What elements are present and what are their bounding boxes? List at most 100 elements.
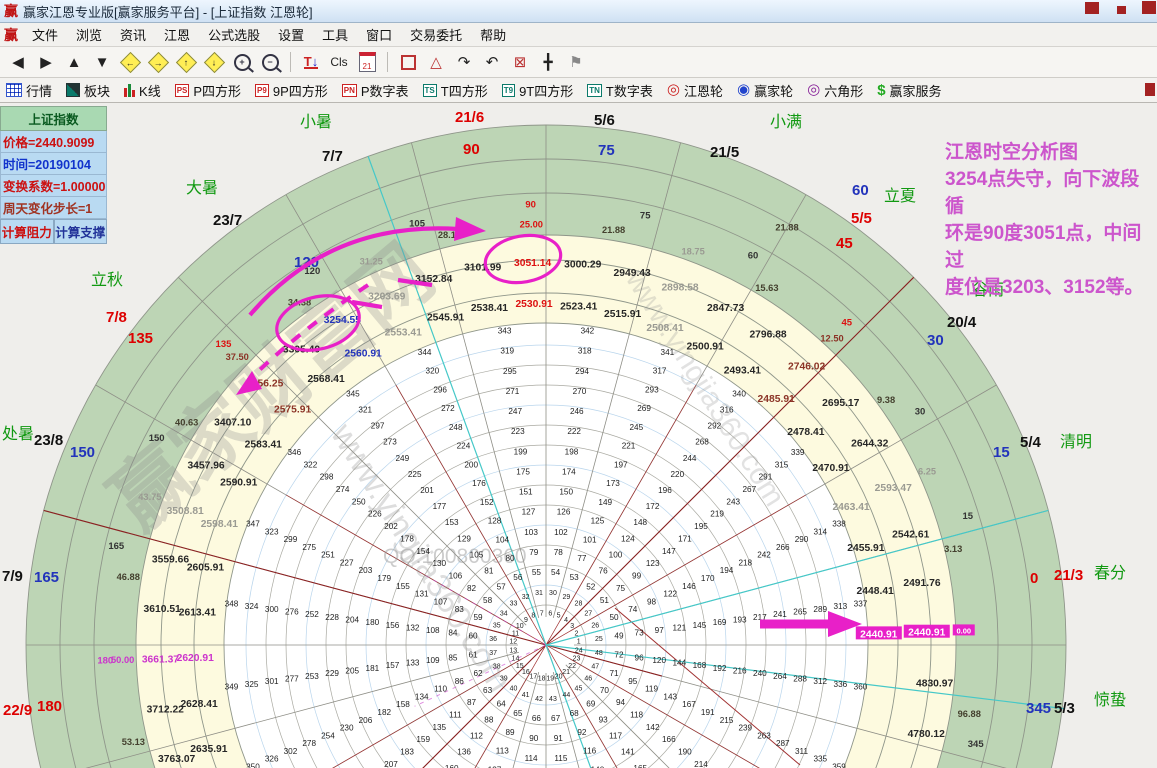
svg-text:6.25: 6.25 <box>918 466 936 476</box>
svg-text:55: 55 <box>532 568 542 577</box>
svg-text:76: 76 <box>599 567 609 576</box>
menu-item-8[interactable]: 交易委托 <box>401 23 471 46</box>
move-cross-icon[interactable]: ╋ <box>536 50 560 74</box>
svg-text:226: 226 <box>368 510 382 519</box>
step-down-icon[interactable]: ↓ <box>202 50 226 74</box>
svg-text:130: 130 <box>432 559 446 568</box>
fn-label: 9P四方形 <box>273 81 328 100</box>
svg-text:215: 215 <box>720 716 734 725</box>
svg-text:24: 24 <box>575 647 583 654</box>
flag-icon[interactable]: ⚑ <box>564 50 588 74</box>
t-down-icon[interactable]: T↓ <box>299 50 323 74</box>
fn-T数字表[interactable]: TNT数字表 <box>587 81 653 100</box>
svg-text:321: 321 <box>358 405 372 414</box>
step-left-icon[interactable]: ← <box>118 50 142 74</box>
fn-label: 江恩轮 <box>684 81 723 100</box>
svg-text:200: 200 <box>464 460 478 469</box>
svg-text:151: 151 <box>519 488 533 497</box>
forward-icon[interactable]: ▶ <box>34 50 58 74</box>
step-up-icon[interactable]: ↑ <box>174 50 198 74</box>
menu-item-6[interactable]: 工具 <box>313 23 357 46</box>
menu-item-5[interactable]: 设置 <box>269 23 313 46</box>
square-tool-icon[interactable] <box>396 50 420 74</box>
svg-text:98: 98 <box>647 597 657 606</box>
fn-行情[interactable]: 行情 <box>6 81 52 100</box>
calc-button-0[interactable]: 计算阻力 <box>0 219 54 244</box>
wheel-label-30: 30 <box>927 332 944 349</box>
svg-text:110: 110 <box>434 685 447 694</box>
fn-赢家服务[interactable]: $赢家服务 <box>877 81 941 100</box>
svg-text:70: 70 <box>600 686 610 695</box>
fn-板块[interactable]: 板块 <box>66 81 110 100</box>
fn-江恩轮[interactable]: ◎江恩轮 <box>667 81 723 100</box>
menu-item-9[interactable]: 帮助 <box>471 23 515 46</box>
svg-text:65: 65 <box>513 709 523 718</box>
svg-text:273: 273 <box>383 438 397 447</box>
svg-text:143: 143 <box>663 692 677 701</box>
svg-text:2605.91: 2605.91 <box>187 562 224 573</box>
svg-text:122: 122 <box>663 590 677 599</box>
svg-text:94: 94 <box>616 698 626 707</box>
svg-text:42: 42 <box>535 696 543 703</box>
zoom-out-icon[interactable]: − <box>258 50 282 74</box>
menu-item-4[interactable]: 公式选股 <box>199 23 269 46</box>
step-right-icon[interactable]: → <box>146 50 170 74</box>
rotate-cw-icon[interactable]: ↷ <box>452 50 476 74</box>
svg-text:39: 39 <box>500 675 508 682</box>
zoom-in-icon[interactable]: + <box>230 50 254 74</box>
wheel-label-60: 60 <box>852 182 869 199</box>
calc-button-1[interactable]: 计算支撑 <box>54 219 108 244</box>
fn-K线[interactable]: K线 <box>124 81 161 100</box>
menu-item-3[interactable]: 江恩 <box>155 23 199 46</box>
delete-box-icon[interactable]: ⊠ <box>508 50 532 74</box>
fn-label: 板块 <box>84 81 110 100</box>
svg-text:81: 81 <box>484 567 494 576</box>
svg-text:18.75: 18.75 <box>681 247 704 257</box>
svg-text:2463.41: 2463.41 <box>832 502 869 513</box>
svg-text:300: 300 <box>265 605 279 614</box>
svg-text:263: 263 <box>757 731 771 740</box>
cls-button[interactable]: Cls <box>327 50 351 74</box>
svg-text:4: 4 <box>564 617 568 624</box>
svg-text:167: 167 <box>682 700 696 709</box>
wheel-label-23/8: 23/8 <box>34 432 63 449</box>
back-icon[interactable]: ◀ <box>6 50 30 74</box>
fn-9P四方形[interactable]: P99P四方形 <box>255 81 328 100</box>
up-icon[interactable]: ▲ <box>62 50 86 74</box>
fn-label: P四方形 <box>193 81 241 100</box>
menu-item-2[interactable]: 资讯 <box>111 23 155 46</box>
fn-P数字表[interactable]: PNP数字表 <box>342 81 409 100</box>
rotate-ccw-icon[interactable]: ↶ <box>480 50 504 74</box>
fn-9T四方形[interactable]: T99T四方形 <box>502 81 574 100</box>
function-toolbar: 行情 板块 K线 PSP四方形 P99P四方形 PNP数字表 TST四方形 T99T四方形 TN… <box>0 78 1157 103</box>
calendar-icon[interactable]: 21 <box>355 50 379 74</box>
menu-items: 文件浏览资讯江恩公式选股设置工具窗口交易委托帮助 <box>23 23 515 46</box>
menu-item-0[interactable]: 文件 <box>23 23 67 46</box>
svg-text:103: 103 <box>524 528 538 537</box>
svg-text:174: 174 <box>562 467 576 476</box>
fn-赢家轮[interactable]: ◉赢家轮 <box>737 81 793 100</box>
svg-text:150: 150 <box>559 488 573 497</box>
svg-text:31: 31 <box>535 590 543 597</box>
svg-text:288: 288 <box>793 674 807 683</box>
wheel-label-23/7: 23/7 <box>213 212 242 229</box>
svg-text:340: 340 <box>732 389 746 398</box>
fn-T四方形[interactable]: TST四方形 <box>423 81 488 100</box>
menu-item-7[interactable]: 窗口 <box>357 23 401 46</box>
chart-area[interactable]: 赢家财富网www.yingjia360.comwww.yingjia360.co… <box>0 103 1157 768</box>
down-icon[interactable]: ▼ <box>90 50 114 74</box>
fn-label: 行情 <box>26 81 52 100</box>
fn-六角形[interactable]: ◎六角形 <box>807 81 863 100</box>
menu-item-1[interactable]: 浏览 <box>67 23 111 46</box>
svg-text:25: 25 <box>595 636 603 643</box>
svg-text:2898.58: 2898.58 <box>661 282 698 293</box>
svg-text:2491.76: 2491.76 <box>903 578 940 589</box>
svg-text:2593.47: 2593.47 <box>875 483 912 494</box>
svg-text:2613.41: 2613.41 <box>179 607 216 618</box>
svg-text:241: 241 <box>773 610 787 619</box>
svg-text:2620.91: 2620.91 <box>177 653 214 664</box>
svg-text:150: 150 <box>149 433 165 444</box>
svg-text:12.50: 12.50 <box>820 333 843 343</box>
fn-P四方形[interactable]: PSP四方形 <box>175 81 241 100</box>
triangle-tool-icon[interactable]: △ <box>424 50 448 74</box>
